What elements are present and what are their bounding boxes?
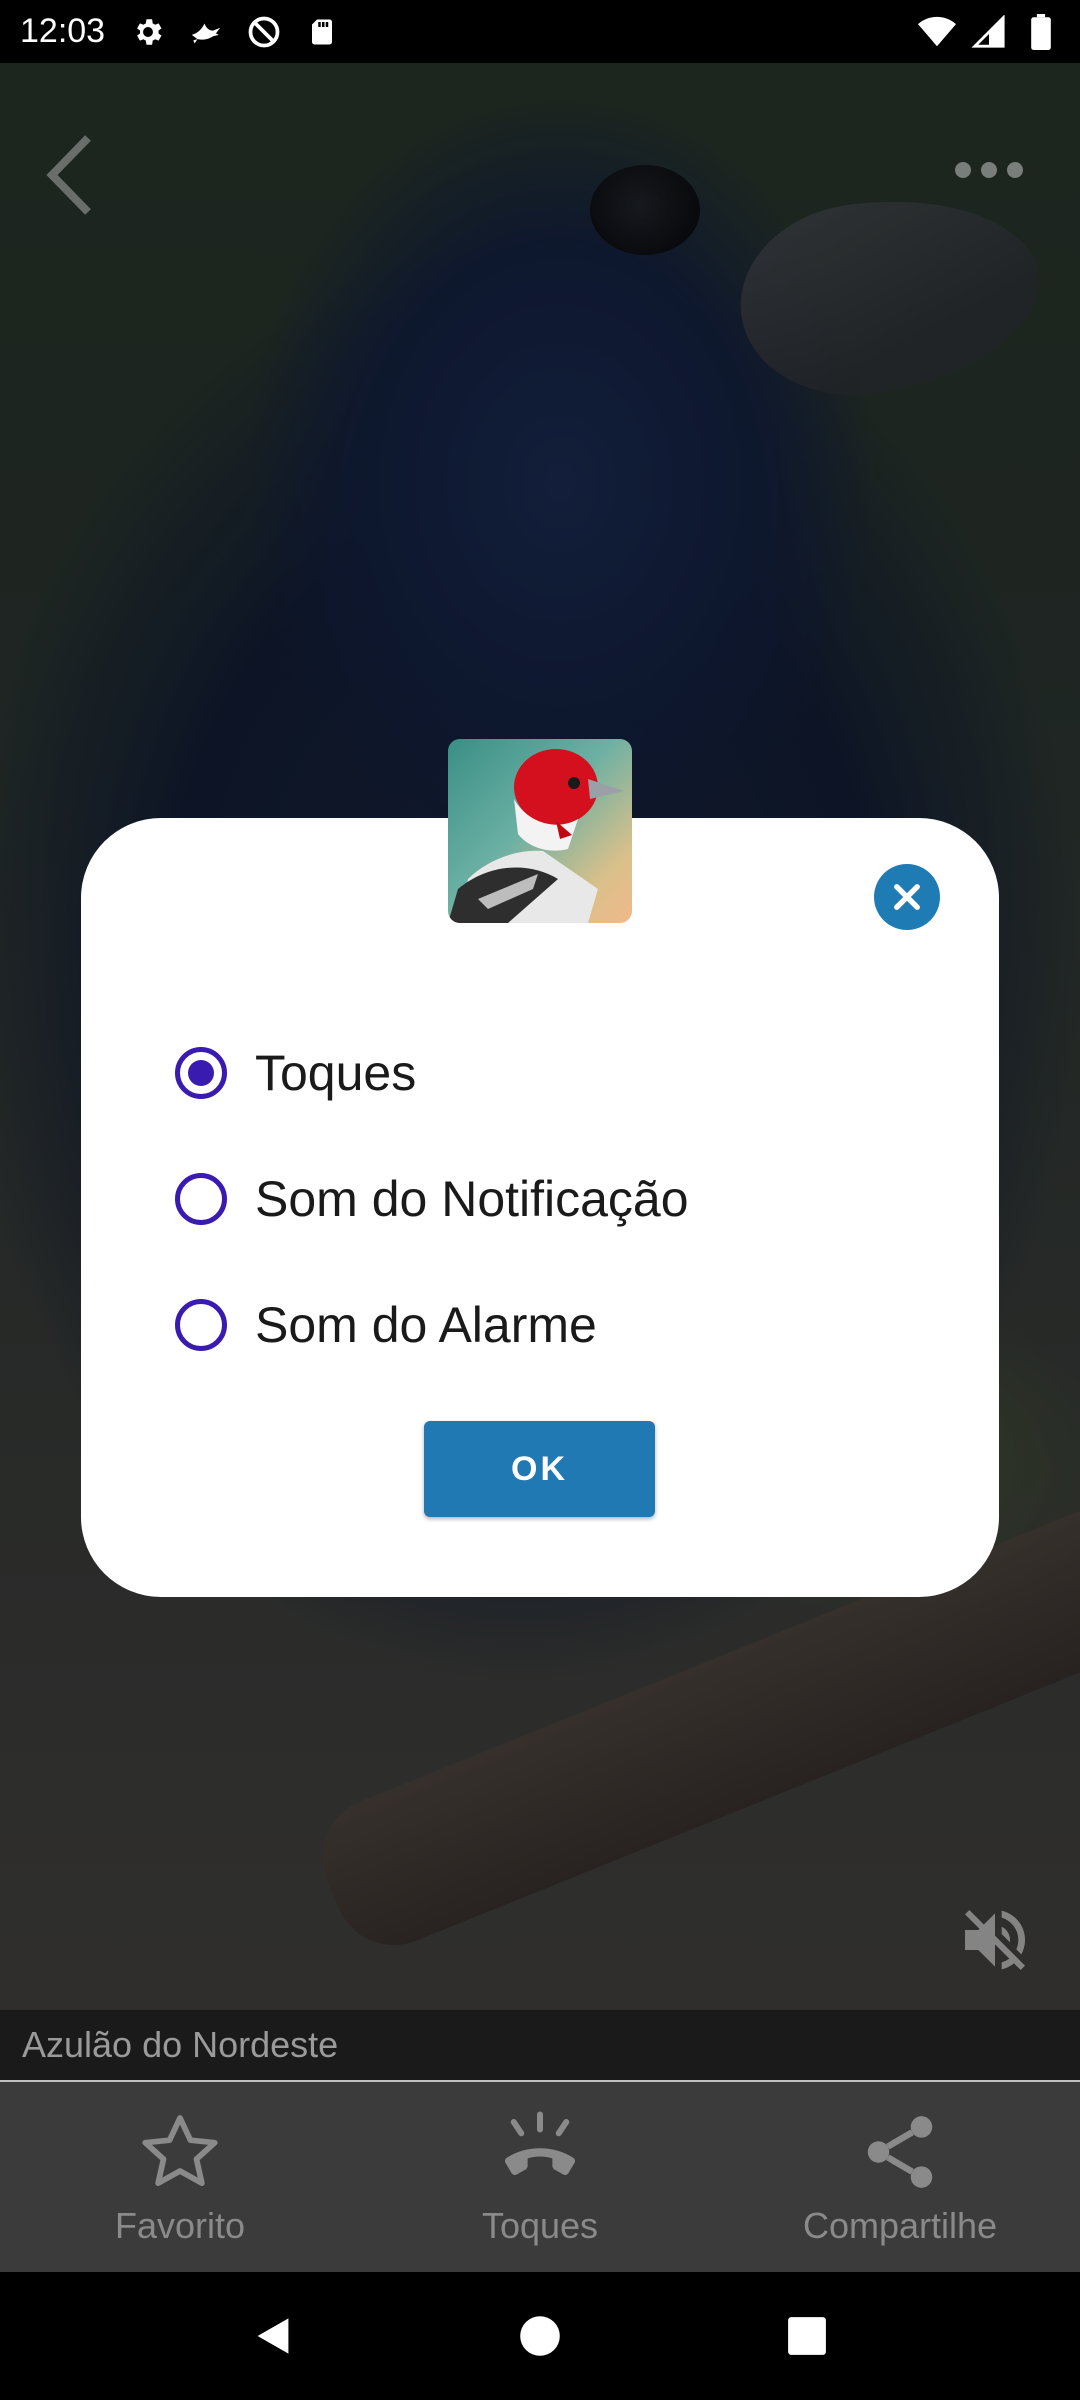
option-notification[interactable]: Som do Notificação — [175, 1136, 689, 1262]
nav-back-button[interactable] — [243, 2306, 303, 2366]
gear-icon — [129, 13, 167, 51]
more-button[interactable] — [955, 150, 1035, 190]
cardinal-bird-icon — [448, 739, 632, 923]
favorite-button[interactable]: Favorito — [0, 2082, 360, 2272]
signal-icon — [970, 13, 1008, 51]
close-button[interactable] — [874, 864, 940, 930]
back-button[interactable] — [40, 130, 100, 220]
share-label: Compartilhe — [802, 2205, 998, 2246]
option-label: Som do Notificação — [255, 1171, 689, 1227]
nav-recents-button[interactable] — [777, 2306, 837, 2366]
mute-button[interactable] — [955, 1900, 1035, 1980]
sound-title: Azulão do Nordeste — [22, 2024, 339, 2065]
share-icon — [855, 2107, 945, 2197]
option-alarm[interactable]: Som do Alarme — [175, 1262, 689, 1388]
ringtone-options: Toques Som do Notificação Som do Alarme — [175, 1010, 689, 1388]
nav-home-icon — [520, 2316, 560, 2356]
bottom-actions: Favorito Toques Compartilhe — [0, 2082, 1080, 2272]
radio-unchecked[interactable] — [175, 1299, 227, 1351]
sd-card-icon — [303, 13, 341, 51]
status-time: 12:03 — [20, 12, 106, 50]
close-icon — [894, 884, 920, 910]
radio-dot — [188, 1060, 214, 1086]
ringtone-label: Toques — [481, 2205, 599, 2246]
volume-off-icon — [965, 1910, 1026, 1970]
star-outline-icon — [135, 2107, 225, 2197]
more-dot — [981, 162, 997, 178]
more-dot — [955, 162, 971, 178]
option-label: Som do Alarme — [255, 1297, 597, 1353]
ringtone-button[interactable]: Toques — [360, 2082, 720, 2272]
status-bar: 12:03 — [0, 0, 1080, 63]
ringtone-icon — [495, 2107, 585, 2197]
nav-home-button[interactable] — [510, 2306, 570, 2366]
navigation-bar — [0, 2272, 1080, 2400]
share-button[interactable]: Compartilhe — [720, 2082, 1080, 2272]
favorite-label: Favorito — [114, 2205, 246, 2246]
chevron-left-icon — [46, 135, 91, 215]
nav-back-icon — [257, 2318, 289, 2354]
bird-flying-icon — [187, 13, 225, 51]
do-not-disturb-icon — [245, 13, 283, 51]
battery-icon — [1022, 13, 1060, 51]
more-dot — [1007, 162, 1023, 178]
ok-button[interactable]: OK — [424, 1421, 655, 1517]
nav-recents-icon — [787, 2317, 826, 2355]
radio-unchecked[interactable] — [175, 1173, 227, 1225]
sound-title-row: Azulão do Nordeste — [0, 2010, 1080, 2082]
radio-checked[interactable] — [175, 1047, 227, 1099]
wifi-icon — [918, 13, 956, 51]
option-ringtone[interactable]: Toques — [175, 1010, 689, 1136]
option-label: Toques — [255, 1045, 417, 1101]
